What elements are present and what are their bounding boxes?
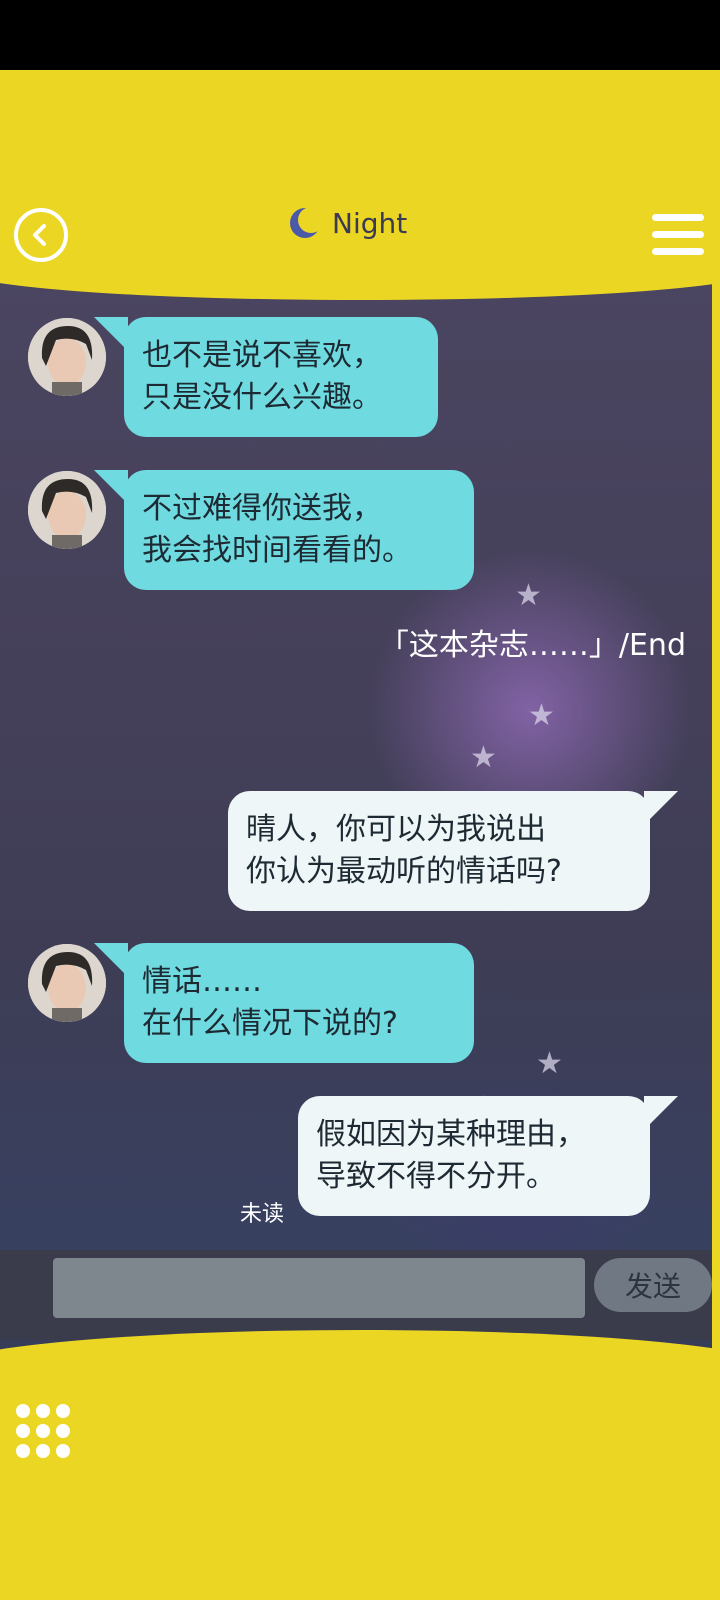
moon-icon	[290, 207, 322, 238]
grid-dot	[16, 1404, 30, 1418]
menu-line	[652, 231, 704, 238]
message-bubble-received: 不过难得你送我， 我会找时间看看的。	[124, 470, 474, 590]
header-bar	[0, 70, 720, 300]
chat-app: ★ ★ ★ ★ ★ Night 也不是说不喜欢， 只是没什么兴趣。	[0, 70, 720, 1600]
bubble-tail	[94, 317, 128, 351]
bubble-tail	[644, 1096, 678, 1130]
narration-text: 「这本杂志……」/End	[378, 628, 686, 663]
message-input[interactable]	[53, 1258, 585, 1318]
grid-dot	[36, 1404, 50, 1418]
star-decoration: ★	[470, 740, 497, 775]
star-decoration: ★	[515, 578, 542, 613]
send-button[interactable]: 发送	[594, 1258, 712, 1312]
title-group: Night	[288, 206, 407, 240]
back-arrow-icon	[33, 224, 46, 246]
page-title: Night	[332, 206, 408, 240]
hamburger-menu-button[interactable]	[652, 214, 704, 258]
bubble-tail	[94, 470, 128, 504]
status-bar	[0, 0, 720, 70]
message-bubble-sent: 假如因为某种理由， 导致不得不分开。	[298, 1096, 650, 1216]
grid-menu-icon[interactable]	[16, 1404, 72, 1460]
message-bubble-received: 也不是说不喜欢， 只是没什么兴趣。	[124, 317, 438, 437]
unread-status: 未读	[240, 1202, 285, 1227]
grid-dot	[56, 1404, 70, 1418]
message-bubble-sent: 晴人，你可以为我说出 你认为最动听的情话吗?	[228, 791, 650, 911]
star-decoration: ★	[528, 698, 555, 733]
grid-dot	[36, 1424, 50, 1438]
star-decoration: ★	[536, 1046, 563, 1081]
menu-line	[652, 248, 704, 255]
back-button[interactable]	[14, 208, 68, 262]
message-bubble-received: 情话…… 在什么情况下说的?	[124, 943, 474, 1063]
grid-dot	[16, 1444, 30, 1458]
grid-dot	[36, 1444, 50, 1458]
grid-dot	[56, 1444, 70, 1458]
footer-bar	[0, 1330, 720, 1600]
bubble-tail	[644, 791, 678, 825]
menu-line	[652, 214, 704, 221]
grid-dot	[16, 1424, 30, 1438]
grid-dot	[56, 1424, 70, 1438]
bubble-tail	[94, 943, 128, 977]
